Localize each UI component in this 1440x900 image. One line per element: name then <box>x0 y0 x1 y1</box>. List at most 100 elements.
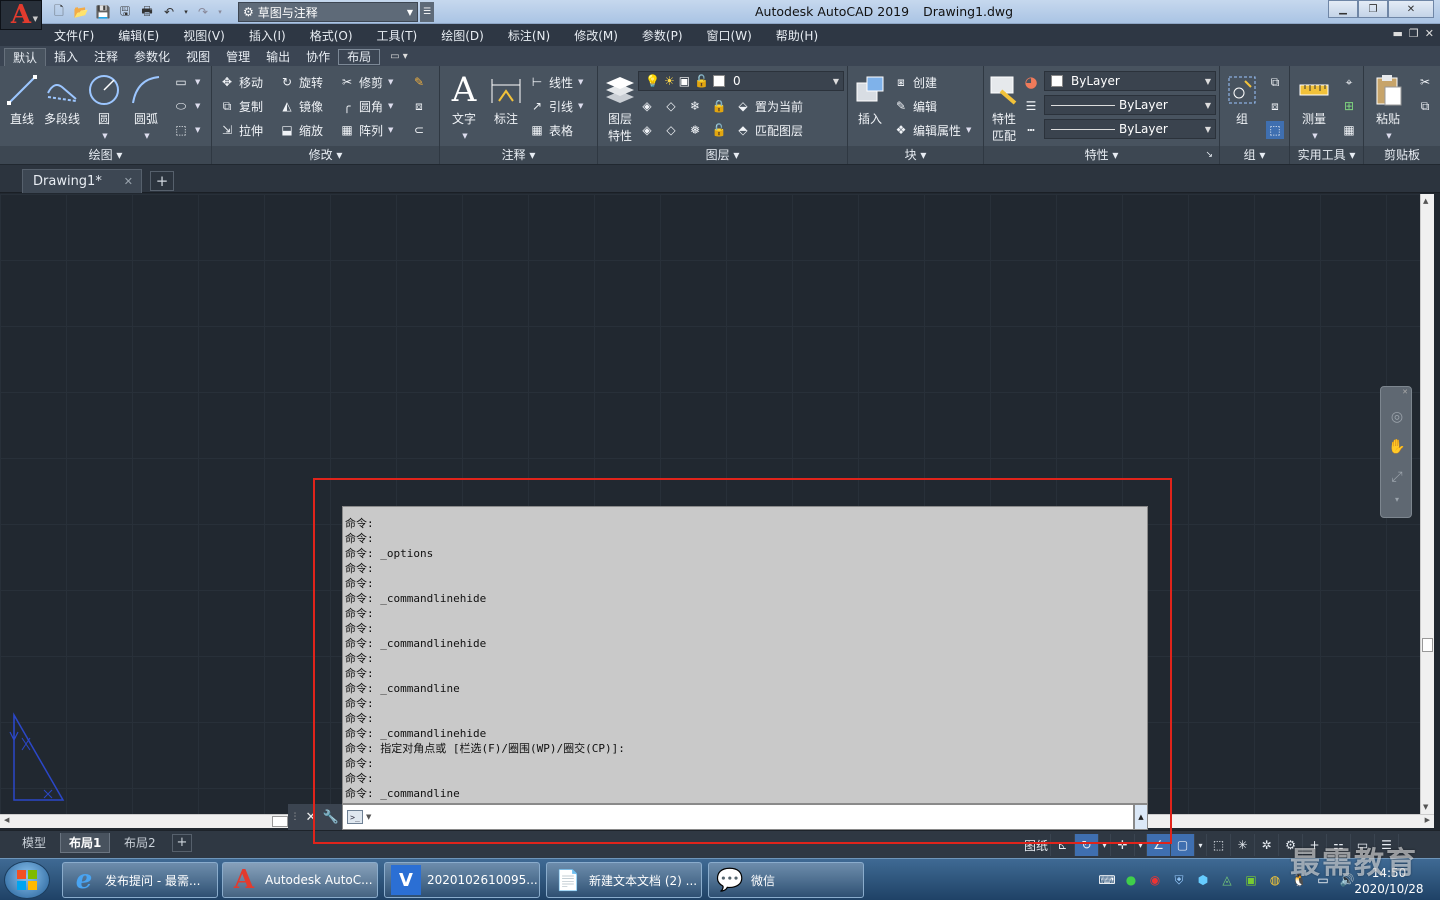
edit-attributes-button[interactable]: ❖ 编辑属性 ▼ <box>892 120 972 140</box>
command-line-grip-handle[interactable]: ⋮ <box>288 804 302 830</box>
workspace-selector[interactable]: ⚙ 草图与注释 ▼ <box>238 2 418 22</box>
doc-minimize-button[interactable]: ▬ <box>1393 27 1403 40</box>
group-edit-button[interactable]: ⧈ <box>1266 96 1284 116</box>
scroll-up-icon[interactable]: ▲ <box>1423 197 1428 205</box>
command-line-close-button[interactable]: ✕ <box>302 804 320 830</box>
menu-window[interactable]: 窗口(W) <box>707 27 752 44</box>
cube-icon[interactable]: ⬢ <box>1194 871 1212 889</box>
stretch-button[interactable]: ⇲ 拉伸 <box>218 120 263 140</box>
layer-properties-button[interactable]: 图层 特性 <box>600 70 640 144</box>
menu-insert[interactable]: 插入(I) <box>249 27 286 44</box>
panel-block-title[interactable]: 块 ▾ <box>848 146 983 164</box>
object-snap-tracking-icon[interactable]: ✛ <box>1111 834 1136 856</box>
panel-clipboard-title[interactable]: 剪贴板 <box>1364 146 1440 164</box>
rectangle-tool-button[interactable]: ▭ ▼ <box>172 72 200 92</box>
match-properties-button[interactable]: 特性 匹配 <box>984 70 1024 144</box>
create-block-button[interactable]: ⧆ 创建 <box>892 72 937 92</box>
linear-dim-button[interactable]: ⊢ 线性 ▼ <box>528 72 584 92</box>
taskbar-item-wechat[interactable]: 💬 微信 <box>708 862 864 898</box>
mirror-button[interactable]: ◭ 镜像 <box>278 96 323 116</box>
group-button[interactable]: 组 <box>1222 70 1262 127</box>
zoom-extents-icon[interactable]: ⤢ <box>1385 465 1409 489</box>
polar-dropdown-icon[interactable]: ▾ <box>1099 834 1112 856</box>
tab-home[interactable]: 默认 <box>4 48 47 66</box>
dimension-tool-button[interactable]: 标注 <box>486 70 526 127</box>
scroll-thumb[interactable] <box>1422 638 1433 652</box>
doc-close-button[interactable]: ✕ <box>1425 27 1434 40</box>
tab-collaborate[interactable]: 协作 <box>298 48 338 66</box>
match-layer-button[interactable]: ⬘ 匹配图层 <box>734 120 803 140</box>
ortho-icon[interactable]: ↻ <box>1075 834 1100 856</box>
tab-view[interactable]: 视图 <box>178 48 218 66</box>
panel-modify-title[interactable]: 修改 ▾ <box>212 146 439 164</box>
layer-unisolate-icon[interactable]: ◇ <box>662 121 680 139</box>
tab-parametric[interactable]: 参数化 <box>126 48 178 66</box>
add-layout-button[interactable]: + <box>172 834 192 852</box>
menu-file[interactable]: 文件(F) <box>54 27 94 44</box>
menu-modify[interactable]: 修改(M) <box>574 27 618 44</box>
layer-freeze-icon[interactable]: ❄ <box>686 97 704 115</box>
network-app-icon[interactable]: ◬ <box>1218 871 1236 889</box>
ribbon-minimize-toggle-icon[interactable]: ▭ ▾ <box>380 48 418 66</box>
file-tab-drawing1[interactable]: Drawing1* ✕ <box>22 169 142 193</box>
layer-unlock-icon[interactable]: 🔓 <box>710 121 728 139</box>
tab-insert[interactable]: 插入 <box>46 48 86 66</box>
copy-clip-button[interactable]: ⧉ <box>1416 96 1434 116</box>
steering-wheel-icon[interactable]: ◎ <box>1385 405 1409 429</box>
object-snap-icon[interactable]: ∠ <box>1147 834 1172 856</box>
auto-scale-icon[interactable]: ✲ <box>1255 834 1280 856</box>
print-icon[interactable]: 🖶 <box>138 4 156 20</box>
menu-edit[interactable]: 编辑(E) <box>118 27 159 44</box>
array-button[interactable]: ▦ 阵列 ▼ <box>338 120 393 140</box>
menu-help[interactable]: 帮助(H) <box>776 27 818 44</box>
minimize-button[interactable]: ▁ <box>1328 0 1358 18</box>
fillet-button[interactable]: ╭ 圆角 ▼ <box>338 96 393 116</box>
insert-block-button[interactable]: 插入 <box>850 70 890 127</box>
erase-button[interactable]: ✎ <box>410 72 428 92</box>
redo-dropdown-icon[interactable]: ▾ <box>216 4 224 20</box>
new-drawing-tab-button[interactable]: + <box>150 171 174 191</box>
color-wheel-button[interactable]: ◕ <box>1022 72 1040 92</box>
undo-icon[interactable]: ↶ <box>160 4 178 20</box>
hatch-tool-button[interactable]: ⬭ ▼ <box>172 96 201 116</box>
layer-lock-icon[interactable]: 🔒 <box>710 97 728 115</box>
scroll-left-icon[interactable]: ◀ <box>4 816 9 824</box>
text-tool-button[interactable]: A 文字 ▼ <box>444 70 484 141</box>
menu-tools[interactable]: 工具(T) <box>377 27 418 44</box>
layer-off-icon[interactable]: ◈ <box>638 97 656 115</box>
chevron-down-icon[interactable]: ▼ <box>366 813 371 821</box>
layout-tab-model[interactable]: 模型 <box>14 833 54 853</box>
command-history-toggle-button[interactable]: ▲ <box>1134 804 1148 830</box>
dialog-launcher-icon[interactable]: ↘ <box>1205 146 1213 164</box>
cut-button[interactable]: ✂ <box>1416 72 1434 92</box>
panel-layers-title[interactable]: 图层 ▾ <box>598 146 847 164</box>
save-as-icon[interactable]: 🖫 <box>116 4 134 20</box>
panel-groups-title[interactable]: 组 ▾ <box>1220 146 1289 164</box>
polyline-tool-button[interactable]: 多段线 <box>42 70 82 127</box>
doc-restore-button[interactable]: ❐ <box>1409 27 1419 40</box>
quick-select-button[interactable]: ⊞ <box>1340 96 1358 116</box>
panel-draw-title[interactable]: 绘图 ▾ <box>0 146 211 164</box>
paste-button[interactable]: 粘贴 ▼ <box>1368 70 1408 141</box>
close-icon[interactable]: ✕ <box>124 175 133 188</box>
trim-button[interactable]: ✂ 修剪 ▼ <box>338 72 393 92</box>
close-button[interactable]: ✕ <box>1388 0 1434 18</box>
scroll-right-icon[interactable]: ▶ <box>1425 816 1430 824</box>
application-menu-button[interactable]: A ▼ <box>0 0 42 30</box>
offset-button[interactable]: ⊂ <box>410 120 428 140</box>
tab-output[interactable]: 输出 <box>258 48 298 66</box>
annotation-scale-icon[interactable]: ✳ <box>1231 834 1256 856</box>
panel-annotation-title[interactable]: 注释 ▾ <box>440 146 597 164</box>
save-icon[interactable]: 💾 <box>94 4 112 20</box>
command-input[interactable] <box>375 806 1133 828</box>
customize-dropdown-icon[interactable]: ▾ <box>1195 834 1208 856</box>
layer-on-icon[interactable]: ◈ <box>638 121 656 139</box>
copy-button[interactable]: ⧉ 复制 <box>218 96 263 116</box>
ungroup-button[interactable]: ⧉ <box>1266 72 1284 92</box>
move-button[interactable]: ✥ 移动 <box>218 72 263 92</box>
tab-annotate[interactable]: 注释 <box>86 48 126 66</box>
calculator-button[interactable]: ▦ <box>1340 120 1358 140</box>
osnap-dropdown-icon[interactable]: ▾ <box>1135 834 1148 856</box>
redo-icon[interactable]: ↷ <box>194 4 212 20</box>
panel-properties-title[interactable]: 特性 ▾ ↘ <box>984 146 1219 164</box>
